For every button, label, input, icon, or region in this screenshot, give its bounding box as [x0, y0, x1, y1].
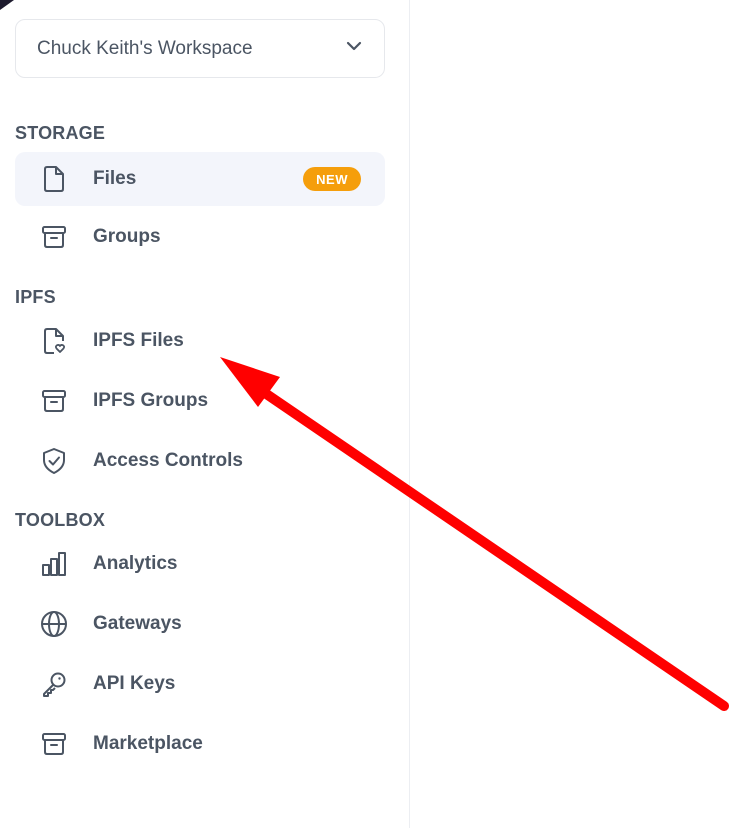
sidebar-item-analytics[interactable]: Analytics	[15, 537, 385, 591]
section-label-storage: STORAGE	[15, 123, 106, 143]
sidebar-item-access-controls[interactable]: Access Controls	[15, 434, 385, 488]
sidebar-item-label: Gateways	[93, 613, 182, 634]
sidebar-item-label: IPFS Files	[93, 330, 184, 351]
globe-icon	[39, 609, 69, 639]
archive-icon	[39, 386, 69, 416]
key-icon	[39, 669, 69, 699]
section-label-toolbox: TOOLBOX	[15, 510, 106, 530]
sidebar-item-label: Analytics	[93, 553, 178, 574]
sidebar-item-ipfs-files[interactable]: IPFS Files	[15, 314, 385, 368]
sidebar-item-api-keys[interactable]: API Keys	[15, 657, 385, 711]
chevron-down-icon	[344, 36, 364, 61]
sidebar-item-label: Groups	[93, 226, 161, 247]
sidebar-item-files[interactable]: Files NEW	[15, 152, 385, 206]
sidebar: Chuck Keith's Workspace STORAGE Files NE…	[0, 0, 410, 828]
workspace-name: Chuck Keith's Workspace	[37, 37, 253, 59]
shield-check-icon	[39, 446, 69, 476]
archive-icon	[39, 729, 69, 759]
new-badge: NEW	[303, 167, 361, 191]
sidebar-item-label: Access Controls	[93, 450, 243, 471]
sidebar-item-label: Files	[93, 168, 137, 189]
sidebar-item-ipfs-groups[interactable]: IPFS Groups	[15, 374, 385, 428]
sidebar-item-label: IPFS Groups	[93, 390, 209, 411]
file-heart-icon	[39, 326, 69, 356]
archive-icon	[39, 222, 69, 252]
sidebar-item-label: API Keys	[93, 673, 176, 694]
sidebar-item-marketplace[interactable]: Marketplace	[15, 717, 385, 771]
sidebar-item-label: Marketplace	[93, 733, 203, 754]
file-icon	[39, 164, 69, 194]
sidebar-item-gateways[interactable]: Gateways	[15, 597, 385, 651]
section-label-ipfs: IPFS	[15, 287, 56, 307]
bar-chart-icon	[39, 549, 69, 579]
workspace-selector[interactable]: Chuck Keith's Workspace	[15, 19, 385, 78]
sidebar-item-groups[interactable]: Groups	[15, 210, 385, 264]
